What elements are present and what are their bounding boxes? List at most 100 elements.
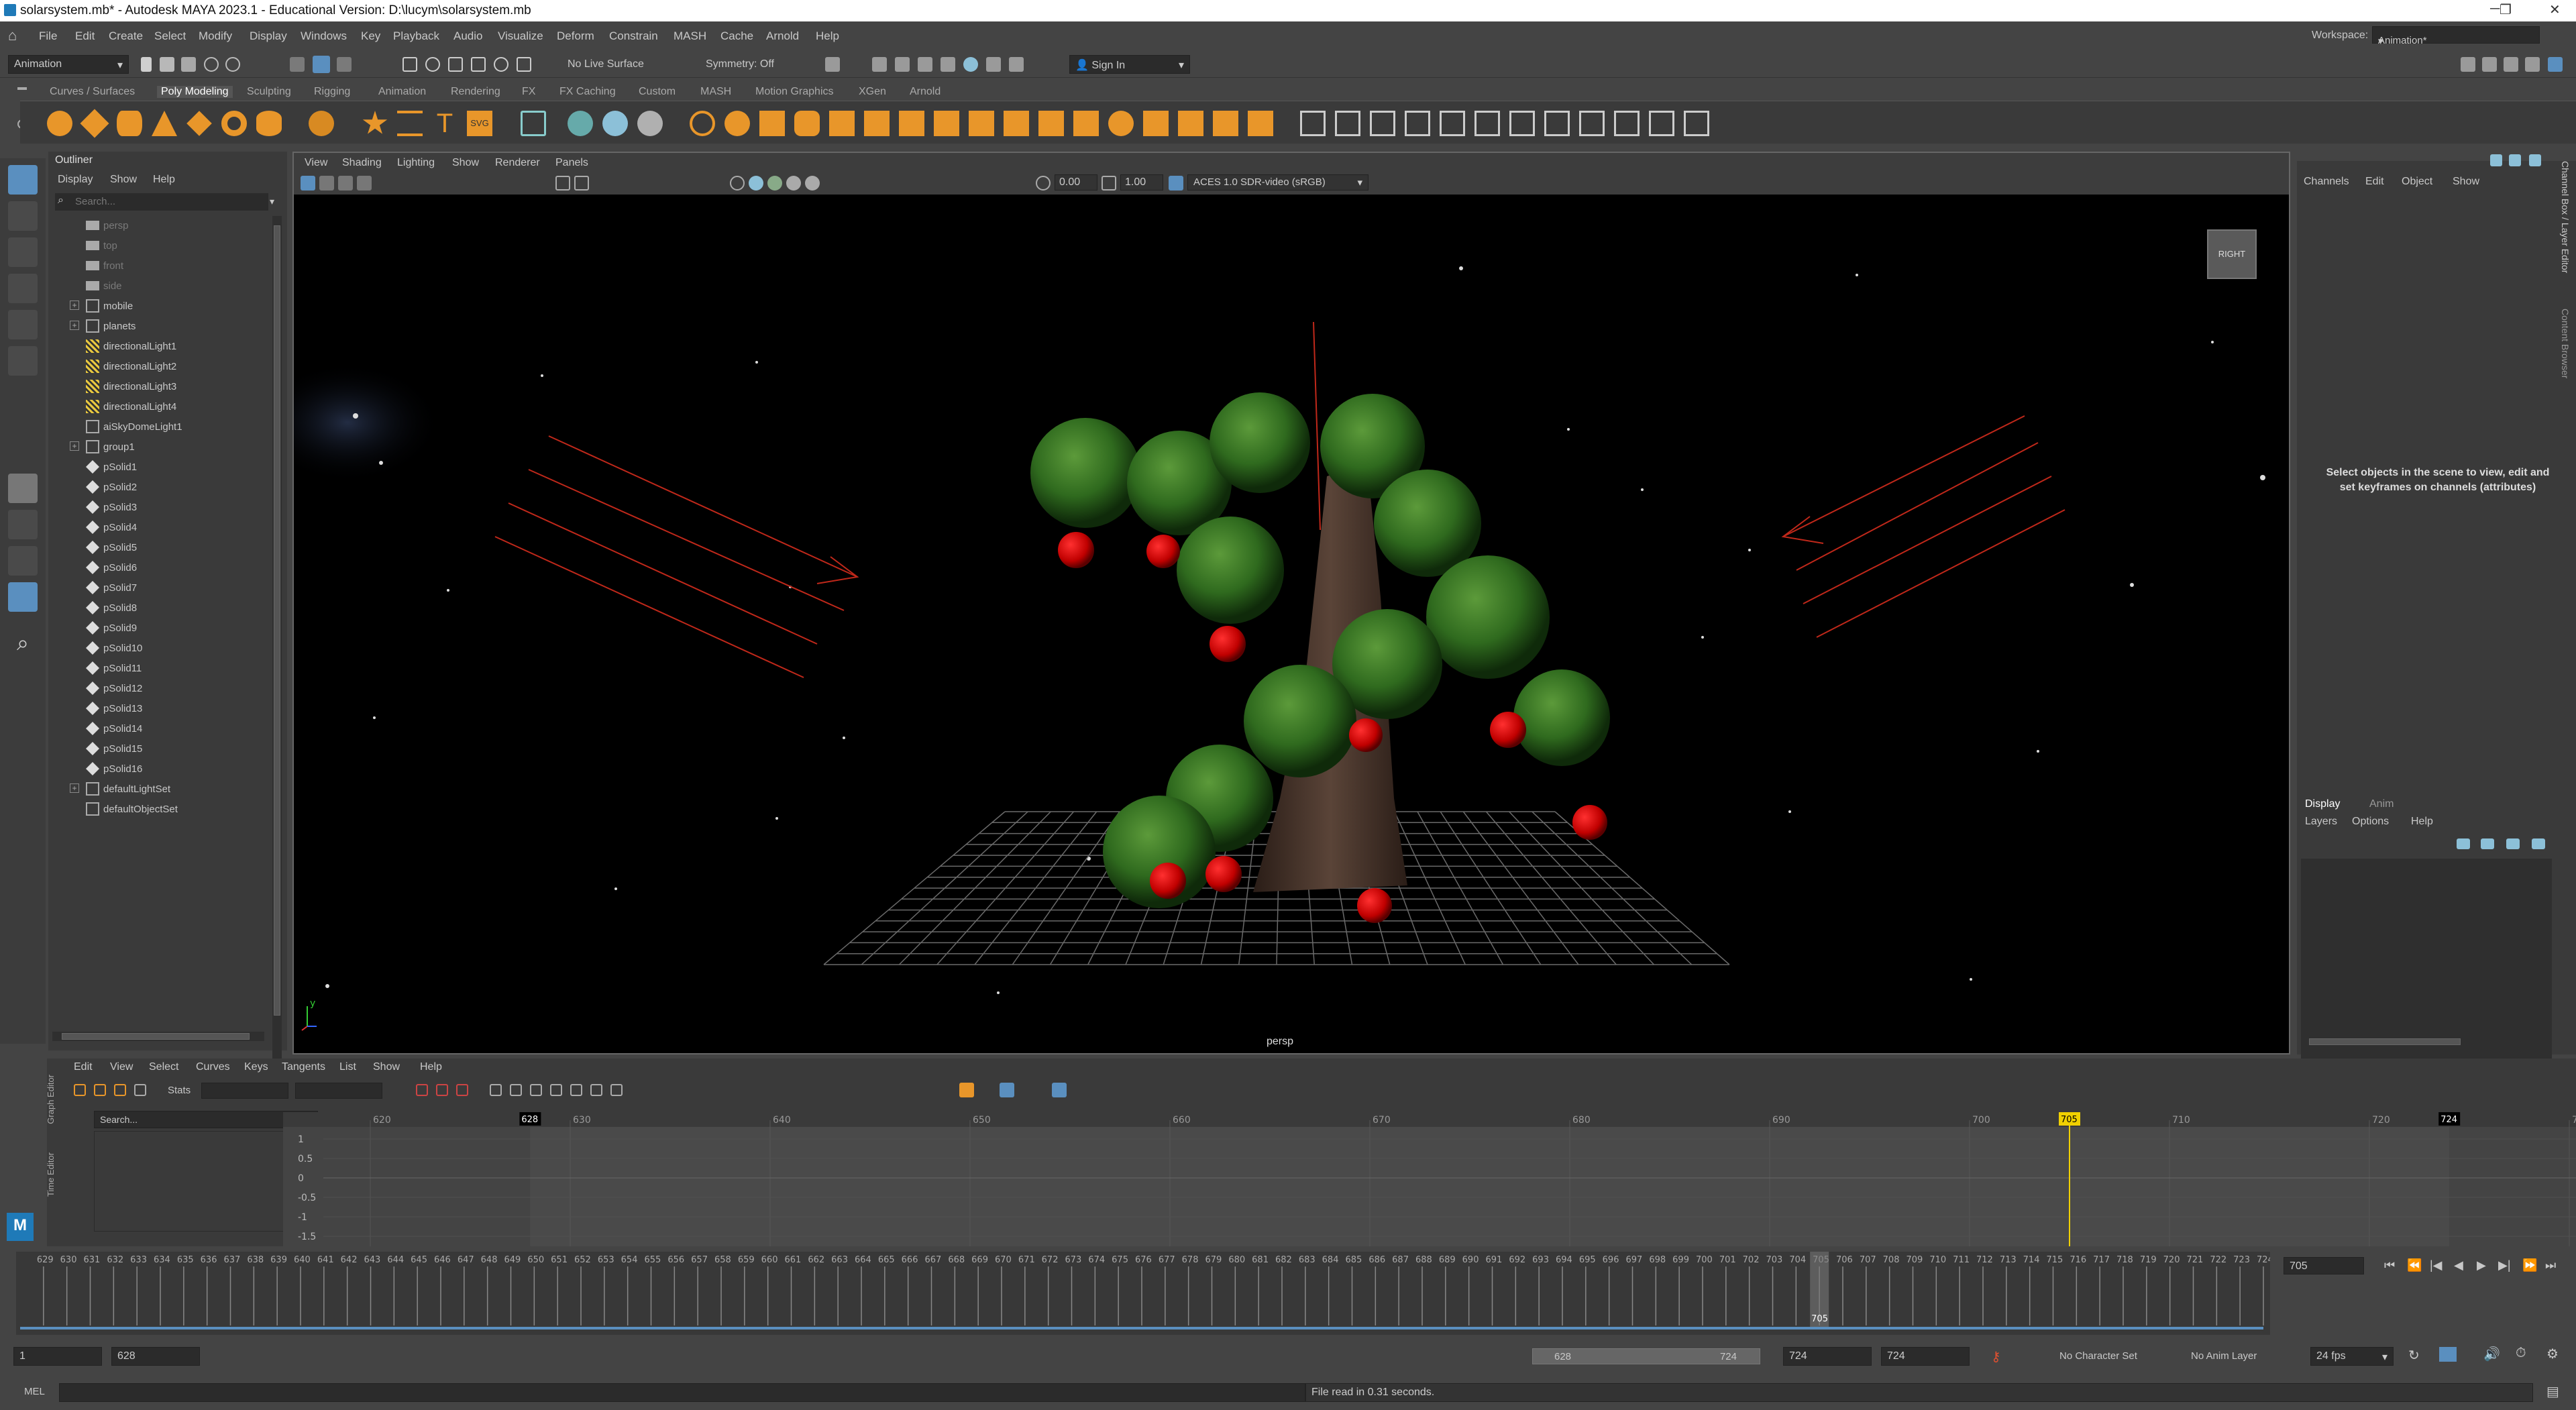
sign-in-button[interactable]: 👤 Sign In ▾ [1069,55,1190,74]
vp-menu-renderer[interactable]: Renderer [495,157,540,169]
extrude-icon[interactable] [759,111,785,136]
go-start-icon[interactable]: ⏮ [2384,1258,2395,1272]
exposure-field[interactable]: 0.00 [1055,174,1097,191]
modeling-toolkit-icon[interactable] [2461,57,2475,72]
menu-edit[interactable]: Edit [75,30,95,43]
tab-display[interactable]: Display [2305,798,2340,810]
shelf-tab[interactable]: Motion Graphics [755,86,834,98]
flat-tangent-icon[interactable] [570,1084,582,1096]
outliner-search-input[interactable]: Search... [55,193,268,211]
duplicate-icon[interactable] [1248,111,1273,136]
snap-grid-icon[interactable] [402,57,417,72]
poly-sphere-icon[interactable] [47,111,72,136]
grid-toggle-icon[interactable] [555,176,570,191]
frame-playback-icon[interactable] [436,1084,448,1096]
vp-menu-show[interactable]: Show [452,157,479,169]
outliner-item[interactable]: side [48,276,270,295]
construction-history-icon[interactable] [825,57,840,72]
menu-constrain[interactable]: Constrain [609,30,658,43]
anim-start-field[interactable]: 628 [111,1347,200,1366]
cylindrical-map-icon[interactable] [1405,111,1430,136]
menu-key[interactable]: Key [361,30,380,43]
step-forward-frame-icon[interactable]: ▶| [2498,1258,2511,1272]
auto-map-icon[interactable] [1474,111,1500,136]
snap-view-icon[interactable] [471,57,486,72]
outliner-hscrollbar[interactable] [52,1032,264,1041]
linear-tangent-icon[interactable] [550,1084,562,1096]
single-view-icon[interactable] [8,474,38,503]
poly-cylinder-icon[interactable] [117,111,142,136]
uv-sew-icon[interactable] [1684,111,1709,136]
textured-icon[interactable] [767,176,782,191]
insert-key-icon[interactable] [94,1084,106,1096]
shell-icon[interactable] [1509,111,1535,136]
menu-file[interactable]: File [39,30,57,43]
menu-cache[interactable]: Cache [720,30,753,43]
move-tool-icon[interactable] [8,274,38,303]
outliner-item[interactable]: pSolid6 [48,558,270,577]
quadrangulate-icon[interactable] [1178,111,1203,136]
vp-menu-panels[interactable]: Panels [555,157,588,169]
outliner-item[interactable]: pSolid16 [48,759,270,778]
mirror-icon[interactable] [690,111,715,136]
shadows-icon[interactable] [805,176,820,191]
cb-menu-show[interactable]: Show [2453,176,2479,188]
shelf-menu-icon[interactable] [17,87,27,90]
lasso-tool-icon[interactable] [8,201,38,231]
cb-menu-edit[interactable]: Edit [2365,176,2384,188]
tool-settings-icon[interactable] [2504,57,2518,72]
fps-select[interactable]: 24 fps ▾ [2310,1347,2394,1366]
exposure-icon[interactable] [1036,176,1051,191]
character-set-label[interactable]: No Character Set [2059,1350,2137,1362]
lights-icon[interactable] [786,176,801,191]
image-plane-icon[interactable] [357,176,372,191]
panel-expand-icon[interactable] [2529,154,2541,166]
poke-icon[interactable] [1108,111,1134,136]
outliner-item[interactable]: pSolid7 [48,578,270,597]
outliner-item[interactable]: pSolid9 [48,618,270,637]
side-tab-channel-box[interactable]: Channel Box / Layer Editor [2555,161,2571,273]
shelf-tab[interactable]: Sculpting [247,86,291,98]
scene-end-field[interactable]: 724 [1881,1347,1970,1366]
combine-icon[interactable] [521,111,546,136]
outliner-menu-show[interactable]: Show [110,174,137,186]
shelf-tab[interactable]: FX [522,86,535,98]
crease-icon[interactable] [1300,111,1326,136]
cmd-language[interactable]: MEL [24,1386,45,1397]
cb-menu-channels[interactable]: Channels [2304,176,2349,188]
smooth-icon[interactable] [602,111,628,136]
move-layer-up-icon[interactable] [2506,838,2520,849]
hscroll-thumb[interactable] [62,1033,250,1040]
outliner-item[interactable]: defaultObjectSet [48,800,270,818]
buffer-curve-icon[interactable] [959,1083,974,1097]
vp-menu-shading[interactable]: Shading [342,157,382,169]
menu-select[interactable]: Select [154,30,186,43]
outliner-item[interactable]: directionalLight3 [48,377,270,396]
ge-menu-tangents[interactable]: Tangents [282,1061,325,1073]
snap-point-icon[interactable] [448,57,463,72]
magnify-icon[interactable]: ⌕ [8,628,38,657]
menu-create[interactable]: Create [109,30,143,43]
panel-attribute-icon[interactable] [2490,154,2502,166]
shelf-tab[interactable]: FX Caching [559,86,616,98]
step-forward-key-icon[interactable]: ⏩ [2522,1258,2537,1272]
go-end-icon[interactable]: ⏭ [2545,1258,2556,1272]
outliner-item[interactable]: aiSkyDomeLight1 [48,417,270,436]
hscroll-thumb[interactable] [2309,1038,2461,1045]
outliner-item[interactable]: pSolid10 [48,639,270,657]
fill-hole-icon[interactable] [864,111,890,136]
camera-attributes-icon[interactable] [319,176,334,191]
scene-start-field[interactable]: 1 [13,1347,102,1366]
gamma-icon[interactable] [1102,176,1116,191]
outliner-item[interactable]: pSolid5 [48,538,270,557]
outliner-item[interactable]: pSolid13 [48,699,270,718]
layer-menu-options[interactable]: Options [2352,816,2389,828]
ge-menu-select[interactable]: Select [149,1061,178,1073]
menu-arnold[interactable]: Arnold [766,30,799,43]
uv-checker-icon[interactable] [1614,111,1640,136]
outliner-menu-help[interactable]: Help [153,174,175,186]
menu-display[interactable]: Display [250,30,287,43]
paint-select-icon[interactable] [8,237,38,267]
viewcube[interactable]: RIGHT [2207,229,2257,279]
menu-help[interactable]: Help [816,30,839,43]
